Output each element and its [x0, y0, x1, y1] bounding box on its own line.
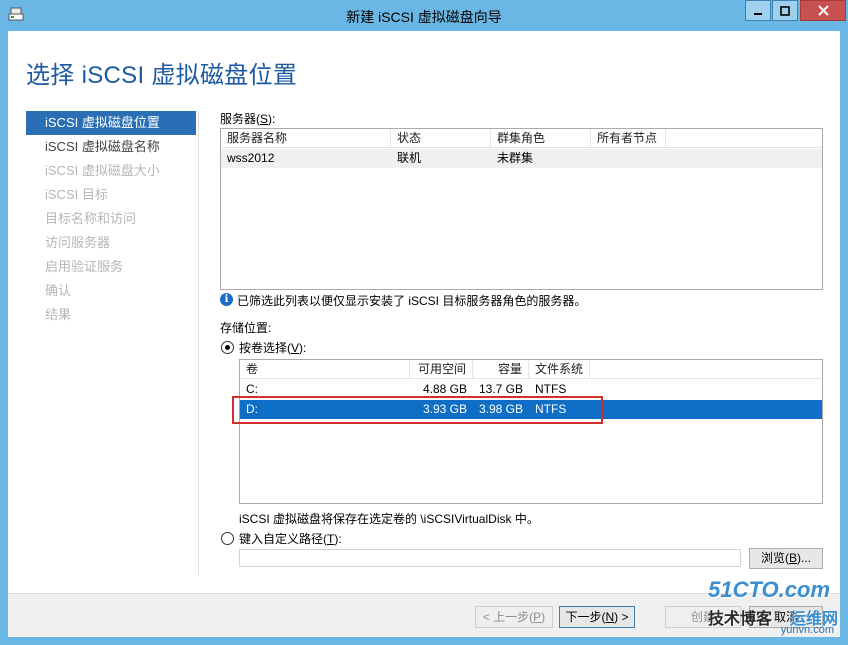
close-button[interactable]	[800, 0, 846, 21]
title-bar[interactable]: 新建 iSCSI 虚拟磁盘向导	[0, 0, 848, 30]
back-button[interactable]: < 上一步(P)	[475, 606, 553, 628]
nav-step-access-servers: 访问服务器	[26, 231, 196, 255]
nav-step-label: 目标名称和访问	[45, 211, 137, 226]
save-location-note: iSCSI 虚拟磁盘将保存在选定卷的 \iSCSIVirtualDisk 中。	[239, 512, 539, 526]
column-header-cluster-role[interactable]: 群集角色	[491, 129, 591, 148]
close-icon	[801, 1, 845, 20]
nav-step-results: 结果	[26, 303, 196, 327]
column-header-file-system[interactable]: 文件系统	[529, 360, 590, 379]
server-status-cell: 联机	[397, 151, 422, 165]
column-header-server-name[interactable]: 服务器名称	[221, 129, 391, 148]
column-header-status[interactable]: 状态	[391, 129, 491, 148]
selection-highlight-annotation	[232, 396, 603, 424]
nav-step-disk-name[interactable]: iSCSI 虚拟磁盘名称	[26, 135, 196, 159]
window-title: 新建 iSCSI 虚拟磁盘向导	[346, 9, 502, 25]
nav-step-target: iSCSI 目标	[26, 183, 196, 207]
watermark-line4: yunvn.com	[780, 624, 834, 636]
watermark-logo: 51CTO.com 技术博客 运维网 yunvn.com	[708, 577, 844, 639]
by-volume-label[interactable]: 按卷选择(V):	[239, 339, 306, 356]
page-title: 选择 iSCSI 虚拟磁盘位置	[26, 62, 298, 89]
nav-divider	[198, 111, 199, 575]
watermark-line2: 技术博客	[708, 609, 773, 628]
server-name-cell: wss2012	[227, 151, 275, 165]
nav-step-auth: 启用验证服务	[26, 255, 196, 279]
nav-step-target-name: 目标名称和访问	[26, 207, 196, 231]
nav-step-label: iSCSI 虚拟磁盘名称	[45, 139, 160, 154]
custom-path-input[interactable]	[239, 549, 741, 567]
nav-step-confirm: 确认	[26, 279, 196, 303]
nav-step-label: iSCSI 虚拟磁盘位置	[45, 115, 160, 130]
column-header-owner-node[interactable]: 所有者节点	[591, 129, 666, 148]
nav-step-disk-size: iSCSI 虚拟磁盘大小	[26, 159, 196, 183]
server-list[interactable]: 服务器名称 状态 群集角色 所有者节点 wss2012 联机 未群集	[220, 128, 823, 290]
custom-path-radio[interactable]	[221, 532, 234, 545]
column-header-free-space[interactable]: 可用空间	[410, 360, 473, 379]
column-header-volume[interactable]: 卷	[240, 360, 410, 379]
wizard-step-nav: iSCSI 虚拟磁盘位置 iSCSI 虚拟磁盘名称 iSCSI 虚拟磁盘大小 i…	[26, 111, 196, 327]
nav-step-disk-location[interactable]: iSCSI 虚拟磁盘位置	[26, 111, 196, 135]
nav-step-label: 访问服务器	[45, 235, 111, 250]
browse-button[interactable]: 浏览(B)...	[749, 548, 823, 569]
by-volume-radio[interactable]	[221, 341, 234, 354]
nav-step-label: 启用验证服务	[45, 259, 124, 274]
watermark-line1: 51CTO.com	[708, 577, 830, 602]
server-filter-info: 已筛选此列表以便仅显示安装了 iSCSI 目标服务器角色的服务器。	[237, 294, 587, 308]
server-list-header: 服务器名称 状态 群集角色 所有者节点	[221, 129, 822, 148]
volume-list[interactable]: 卷 可用空间 容量 文件系统 C: 4.88 GB 13.7 GB NTFS D…	[239, 359, 823, 504]
wizard-client-area: 选择 iSCSI 虚拟磁盘位置 iSCSI 虚拟磁盘位置 iSCSI 虚拟磁盘名…	[8, 31, 840, 637]
storage-location-label: 存储位置:	[220, 321, 272, 335]
server-role-cell: 未群集	[497, 151, 534, 165]
custom-path-label[interactable]: 键入自定义路径(T):	[239, 530, 342, 547]
server-row[interactable]: wss2012 联机 未群集	[221, 149, 822, 168]
volume-list-header: 卷 可用空间 容量 文件系统	[240, 360, 822, 379]
info-icon: i	[220, 293, 233, 306]
servers-label: 服务器(S):	[220, 112, 276, 126]
nav-step-label: iSCSI 虚拟磁盘大小	[45, 163, 160, 178]
maximize-icon	[773, 1, 797, 20]
minimize-icon	[746, 1, 770, 20]
server-owner-cell	[591, 149, 597, 168]
wizard-window: 新建 iSCSI 虚拟磁盘向导 选择 iSCSI 虚拟磁盘位置 iSCSI 虚拟…	[0, 0, 848, 645]
maximize-button[interactable]	[772, 0, 798, 21]
next-button[interactable]: 下一步(N) >	[559, 606, 635, 628]
column-header-capacity[interactable]: 容量	[473, 360, 529, 379]
nav-step-label: iSCSI 目标	[45, 187, 108, 202]
nav-step-label: 确认	[45, 283, 72, 298]
minimize-button[interactable]	[745, 0, 771, 21]
nav-step-label: 结果	[45, 307, 72, 322]
